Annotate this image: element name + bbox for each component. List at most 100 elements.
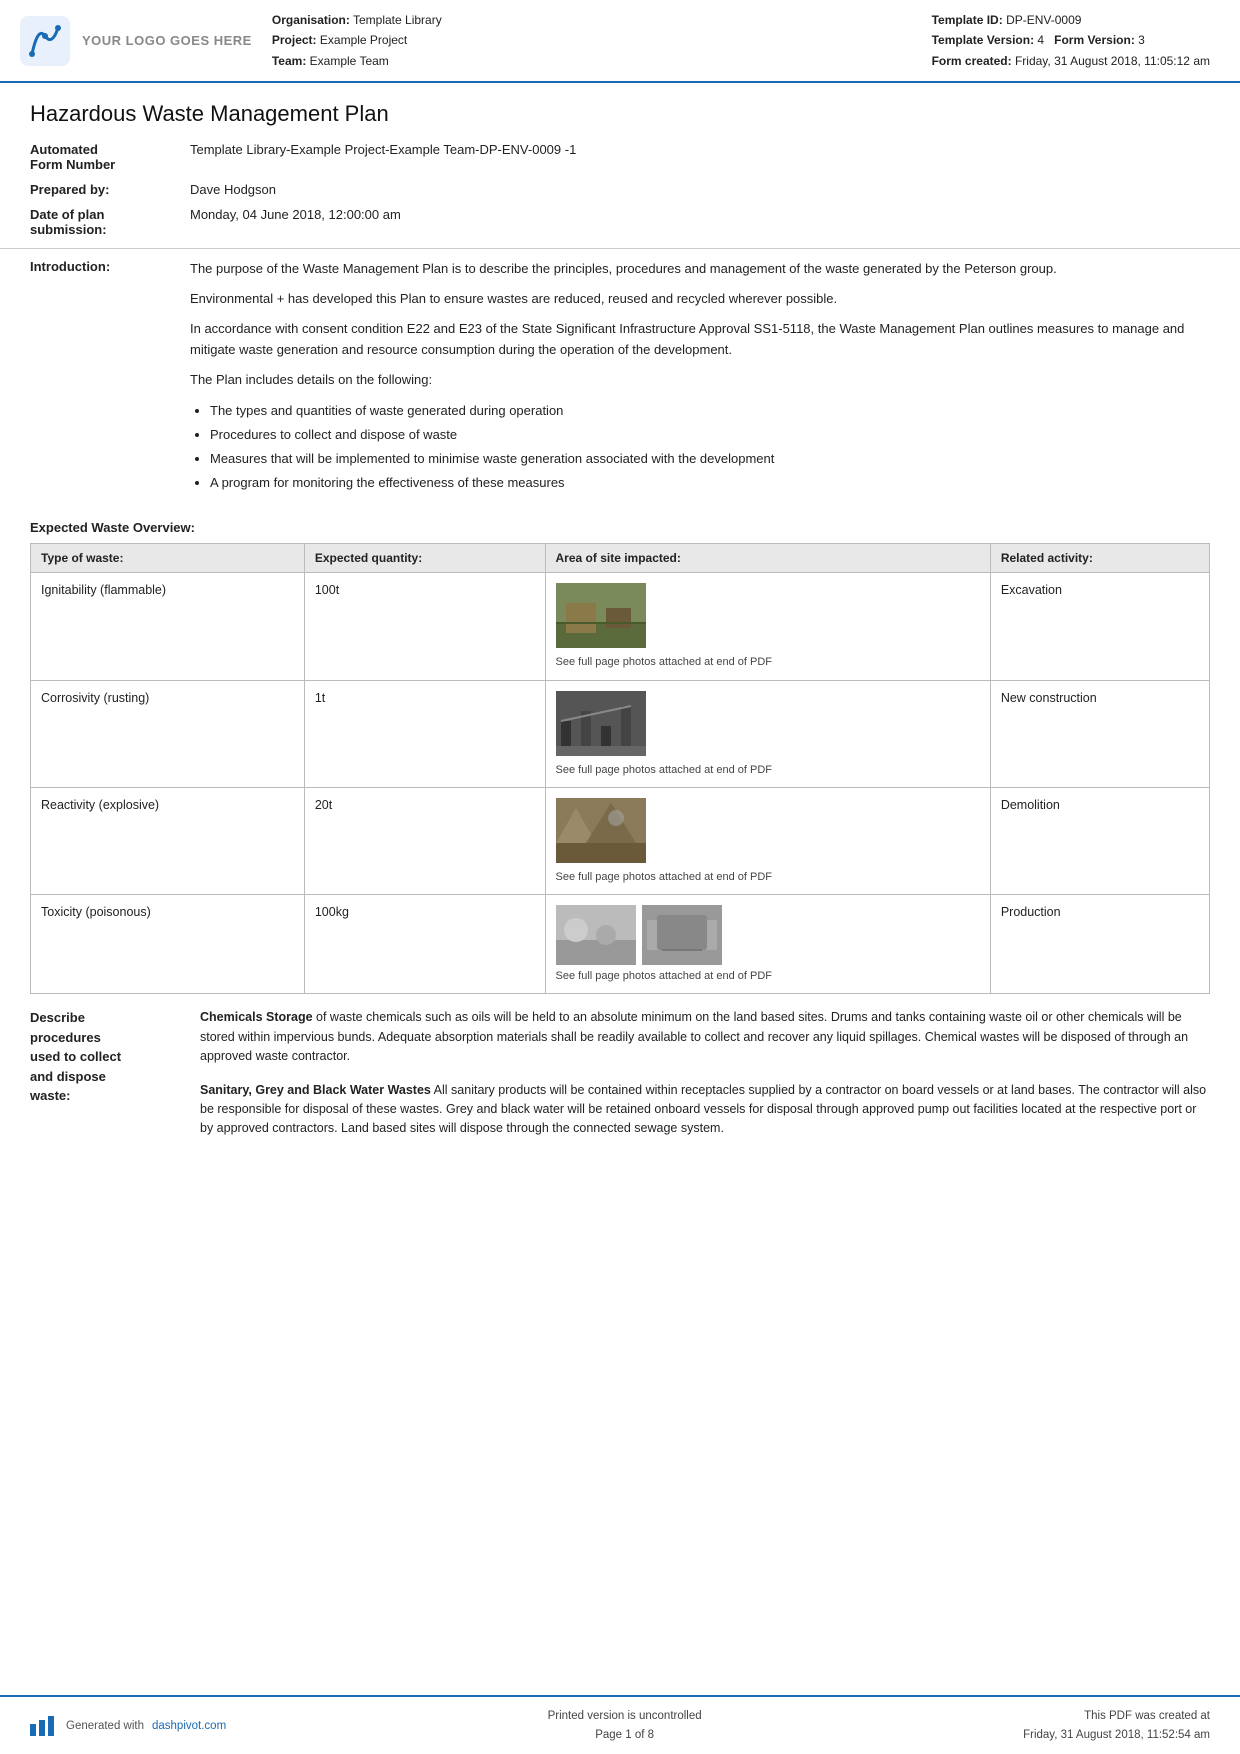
footer-left: Generated with dashpivot.com (30, 1716, 226, 1736)
table-row: Ignitability (flammable) 100t See full p… (31, 573, 1210, 680)
photo-production-1 (556, 905, 636, 965)
main-content: Introduction: The purpose of the Waste M… (0, 249, 1240, 1695)
photo-caption-1: See full page photos attached at end of … (556, 655, 980, 669)
form-version-value: 3 (1138, 33, 1145, 47)
waste-type-1: Ignitability (flammable) (31, 573, 305, 680)
prepared-by-value: Dave Hodgson (190, 177, 1210, 202)
introduction-body: The purpose of the Waste Management Plan… (190, 259, 1210, 504)
waste-overview-heading: Expected Waste Overview: (30, 520, 1210, 535)
date-plan-row: Date of plansubmission: Monday, 04 June … (30, 202, 1210, 242)
doc-title-area: Hazardous Waste Management Plan Automate… (0, 83, 1240, 249)
footer-center: Printed version is uncontrolled Page 1 o… (548, 1707, 702, 1744)
doc-title: Hazardous Waste Management Plan (30, 101, 1210, 127)
intro-p1: The purpose of the Waste Management Plan… (190, 259, 1210, 279)
pdf-created-text: This PDF was created at (1023, 1707, 1210, 1725)
org-label: Organisation: (272, 13, 350, 27)
table-row: Toxicity (poisonous) 100kg See full page… (31, 895, 1210, 994)
header-middle: Organisation: Template Library Project: … (272, 10, 912, 71)
form-number-value: Template Library-Example Project-Example… (190, 137, 1210, 177)
header: YOUR LOGO GOES HERE Organisation: Templa… (0, 0, 1240, 83)
table-row: Corrosivity (rusting) 1t See full page p… (31, 680, 1210, 787)
prepared-by-label: Prepared by: (30, 177, 190, 202)
bullet-2: Procedures to collect and dispose of was… (210, 424, 1210, 446)
template-id-line: Template ID: DP-ENV-0009 (932, 10, 1210, 30)
project-label: Project: (272, 33, 317, 47)
col-activity: Related activity: (990, 544, 1209, 573)
procedures-row: Describeproceduresused to collectand dis… (30, 1008, 1210, 1152)
procedures-body: Chemicals Storage of waste chemicals suc… (200, 1008, 1210, 1152)
waste-table-header: Type of waste: Expected quantity: Area o… (31, 544, 1210, 573)
logo-area: YOUR LOGO GOES HERE (20, 10, 252, 71)
form-created-line: Form created: Friday, 31 August 2018, 11… (932, 51, 1210, 71)
col-quantity: Expected quantity: (304, 544, 545, 573)
intro-p3: In accordance with consent condition E22… (190, 319, 1210, 359)
logo-text: YOUR LOGO GOES HERE (82, 33, 252, 48)
logo-icon (20, 16, 70, 66)
waste-activity-1: Excavation (990, 573, 1209, 680)
photo-excavation (556, 583, 646, 648)
template-version-line: Template Version: 4 Form Version: 3 (932, 30, 1210, 50)
date-plan-value: Monday, 04 June 2018, 12:00:00 am (190, 202, 1210, 242)
waste-photo-4: See full page photos attached at end of … (545, 895, 990, 994)
waste-activity-3: Demolition (990, 787, 1209, 894)
team-label: Team: (272, 54, 306, 68)
dashpivot-link[interactable]: dashpivot.com (152, 1720, 226, 1732)
pdf-created-date: Friday, 31 August 2018, 11:52:54 am (1023, 1726, 1210, 1744)
waste-type-4: Toxicity (poisonous) (31, 895, 305, 994)
intro-p4: The Plan includes details on the followi… (190, 370, 1210, 390)
template-id-label: Template ID: (932, 13, 1003, 27)
procedures-p2: Sanitary, Grey and Black Water Wastes Al… (200, 1081, 1210, 1139)
photo-caption-3: See full page photos attached at end of … (556, 870, 980, 884)
waste-type-2: Corrosivity (rusting) (31, 680, 305, 787)
form-created-label: Form created: (932, 54, 1012, 68)
waste-type-3: Reactivity (explosive) (31, 787, 305, 894)
template-id-value: DP-ENV-0009 (1006, 13, 1081, 27)
org-line: Organisation: Template Library (272, 10, 912, 30)
waste-activity-4: Production (990, 895, 1209, 994)
waste-qty-3: 20t (304, 787, 545, 894)
waste-photo-3: See full page photos attached at end of … (545, 787, 990, 894)
photo-demolition (556, 798, 646, 863)
intro-bullets: The types and quantities of waste genera… (210, 400, 1210, 494)
photo-construction (556, 691, 646, 756)
chemicals-storage-bold: Chemicals Storage (200, 1010, 313, 1024)
intro-p2: Environmental + has developed this Plan … (190, 289, 1210, 309)
footer-logo-icon (30, 1716, 58, 1736)
introduction-label: Introduction: (30, 259, 190, 274)
form-number-label: AutomatedForm Number (30, 137, 190, 177)
template-version-value: 4 (1037, 33, 1044, 47)
procedures-label: Describeproceduresused to collectand dis… (30, 1008, 190, 1106)
date-plan-label: Date of plansubmission: (30, 202, 190, 242)
photo-production-2 (642, 905, 722, 965)
waste-qty-1: 100t (304, 573, 545, 680)
procedures-p1: Chemicals Storage of waste chemicals suc… (200, 1008, 1210, 1066)
team-line: Team: Example Team (272, 51, 912, 71)
waste-activity-2: New construction (990, 680, 1209, 787)
table-row: Reactivity (explosive) 20t See full page… (31, 787, 1210, 894)
photo-caption-4: See full page photos attached at end of … (556, 969, 980, 983)
page: YOUR LOGO GOES HERE Organisation: Templa… (0, 0, 1240, 1754)
uncontrolled-text: Printed version is uncontrolled (548, 1707, 702, 1725)
form-number-row: AutomatedForm Number Template Library-Ex… (30, 137, 1210, 177)
col-type: Type of waste: (31, 544, 305, 573)
waste-photo-2: See full page photos attached at end of … (545, 680, 990, 787)
col-area: Area of site impacted: (545, 544, 990, 573)
photo-caption-2: See full page photos attached at end of … (556, 763, 980, 777)
page-label: Page 1 of 8 (548, 1726, 702, 1744)
chemicals-storage-text: of waste chemicals such as oils will be … (200, 1010, 1188, 1063)
footer: Generated with dashpivot.com Printed ver… (0, 1695, 1240, 1754)
waste-photo-1: See full page photos attached at end of … (545, 573, 990, 680)
introduction-row: Introduction: The purpose of the Waste M… (30, 259, 1210, 504)
meta-table: AutomatedForm Number Template Library-Ex… (30, 137, 1210, 242)
waste-table: Type of waste: Expected quantity: Area o… (30, 543, 1210, 994)
org-value: Template Library (353, 13, 442, 27)
form-version-label: Form Version: (1054, 33, 1135, 47)
form-created-value: Friday, 31 August 2018, 11:05:12 am (1015, 54, 1210, 68)
bullet-4: A program for monitoring the effectivene… (210, 472, 1210, 494)
photo-row-production (556, 905, 980, 969)
team-value: Example Team (310, 54, 389, 68)
project-value: Example Project (320, 33, 407, 47)
bullet-1: The types and quantities of waste genera… (210, 400, 1210, 422)
waste-qty-4: 100kg (304, 895, 545, 994)
project-line: Project: Example Project (272, 30, 912, 50)
